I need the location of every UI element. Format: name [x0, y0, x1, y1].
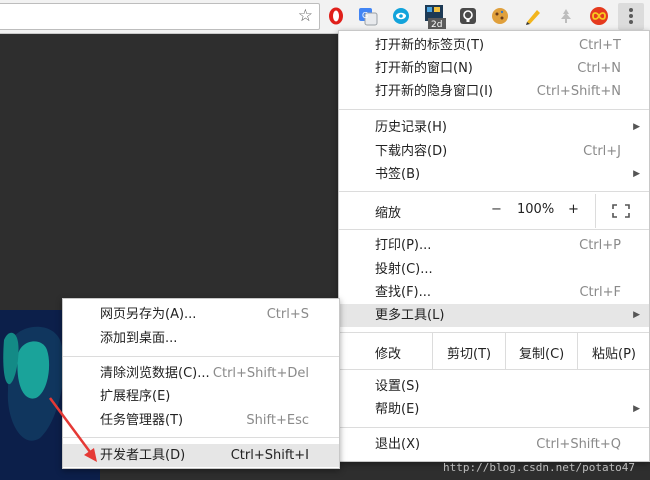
- watermark: http://blog.csdn.net/potato47: [443, 461, 636, 474]
- annotation-arrow-icon: [48, 397, 97, 462]
